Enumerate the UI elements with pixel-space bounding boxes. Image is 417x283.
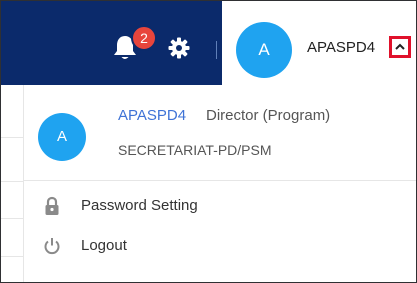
profile-role: Director (Program) bbox=[206, 107, 331, 124]
profile-avatar: A bbox=[38, 113, 86, 161]
profile-department: SECRETARIAT-PD/PSM bbox=[118, 142, 272, 158]
header-avatar[interactable]: A bbox=[236, 22, 292, 78]
menu-item-label[interactable]: Password Setting bbox=[81, 197, 198, 214]
top-navigation-bar: 2 bbox=[1, 1, 222, 85]
menu-item-password-setting[interactable]: Password Setting bbox=[24, 188, 416, 224]
background-page-edge bbox=[1, 85, 24, 282]
chevron-up-icon bbox=[395, 43, 405, 50]
menu-item-label[interactable]: Logout bbox=[81, 237, 127, 254]
user-profile-card: A APASPD4 Director (Program) SECRETARIAT… bbox=[34, 95, 414, 171]
menu-item-logout[interactable]: Logout bbox=[24, 228, 416, 264]
user-account-trigger[interactable]: A APASPD4 bbox=[222, 1, 416, 85]
settings-gear-icon[interactable] bbox=[168, 37, 190, 59]
collapse-menu-button[interactable] bbox=[389, 36, 411, 58]
power-icon bbox=[42, 236, 62, 256]
profile-username: APASPD4 bbox=[118, 107, 187, 124]
menu-separator bbox=[24, 180, 416, 181]
header-username[interactable]: APASPD4 bbox=[307, 39, 375, 56]
lock-icon bbox=[42, 196, 62, 216]
notification-count-badge: 2 bbox=[131, 25, 157, 51]
user-menu-screen: 2 A APASPD4 A APASPD4 Director (Program)… bbox=[0, 0, 417, 283]
header-divider bbox=[216, 41, 217, 59]
user-dropdown-menu: A APASPD4 Director (Program) SECRETARIAT… bbox=[23, 85, 416, 282]
